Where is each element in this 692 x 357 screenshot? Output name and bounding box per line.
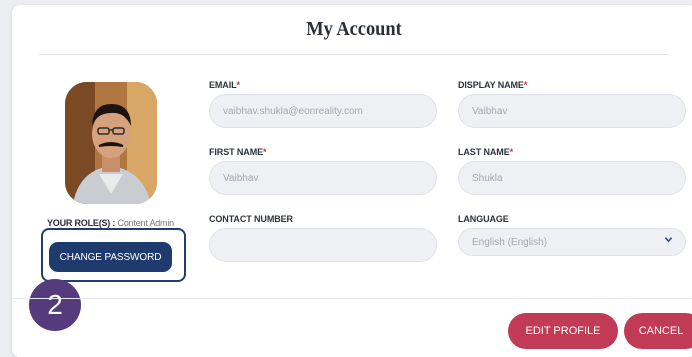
required-mark: * bbox=[523, 80, 528, 90]
display-name-label-text: DISPLAY NAME bbox=[458, 80, 524, 90]
display-name-field[interactable]: Vaibhav bbox=[458, 94, 686, 128]
display-name-label: DISPLAY NAME* bbox=[458, 80, 527, 90]
email-label: EMAIL* bbox=[209, 80, 240, 90]
change-password-button[interactable]: CHANGE PASSWORD bbox=[49, 242, 172, 272]
role-value: Content Admin bbox=[117, 218, 175, 228]
contact-number-label: CONTACT NUMBER bbox=[209, 214, 293, 224]
cancel-button[interactable]: CANCEL bbox=[624, 313, 692, 349]
email-field[interactable]: vaibhav.shukla@eonreality.com bbox=[209, 94, 437, 128]
required-mark: * bbox=[263, 147, 267, 157]
role-text: YOUR ROLE(S) : Content Admin bbox=[47, 218, 187, 228]
required-mark: * bbox=[509, 147, 514, 157]
chevron-down-icon bbox=[664, 235, 673, 247]
edit-profile-button[interactable]: EDIT PROFILE bbox=[508, 313, 618, 349]
avatar bbox=[65, 82, 157, 204]
avatar-photo bbox=[65, 82, 157, 204]
role-label: YOUR ROLE(S) : bbox=[47, 218, 116, 228]
last-name-field[interactable]: Shukla bbox=[458, 161, 686, 195]
language-value: English (English) bbox=[472, 236, 548, 248]
first-name-field[interactable]: Vaibhav bbox=[209, 161, 437, 195]
required-mark: * bbox=[236, 80, 241, 90]
step-badge: 2 bbox=[29, 279, 81, 331]
language-label: LANGUAGE bbox=[458, 214, 509, 224]
last-name-label-text: LAST NAME bbox=[458, 147, 510, 157]
first-name-label-text: FIRST NAME bbox=[209, 147, 263, 157]
last-name-label: LAST NAME* bbox=[458, 147, 513, 157]
email-label-text: EMAIL bbox=[209, 80, 237, 90]
first-name-label: FIRST NAME* bbox=[209, 147, 267, 157]
page-title: My Account bbox=[39, 5, 669, 55]
footer-divider bbox=[12, 298, 692, 299]
contact-number-field[interactable] bbox=[209, 228, 437, 262]
language-select[interactable]: English (English) bbox=[458, 228, 686, 256]
